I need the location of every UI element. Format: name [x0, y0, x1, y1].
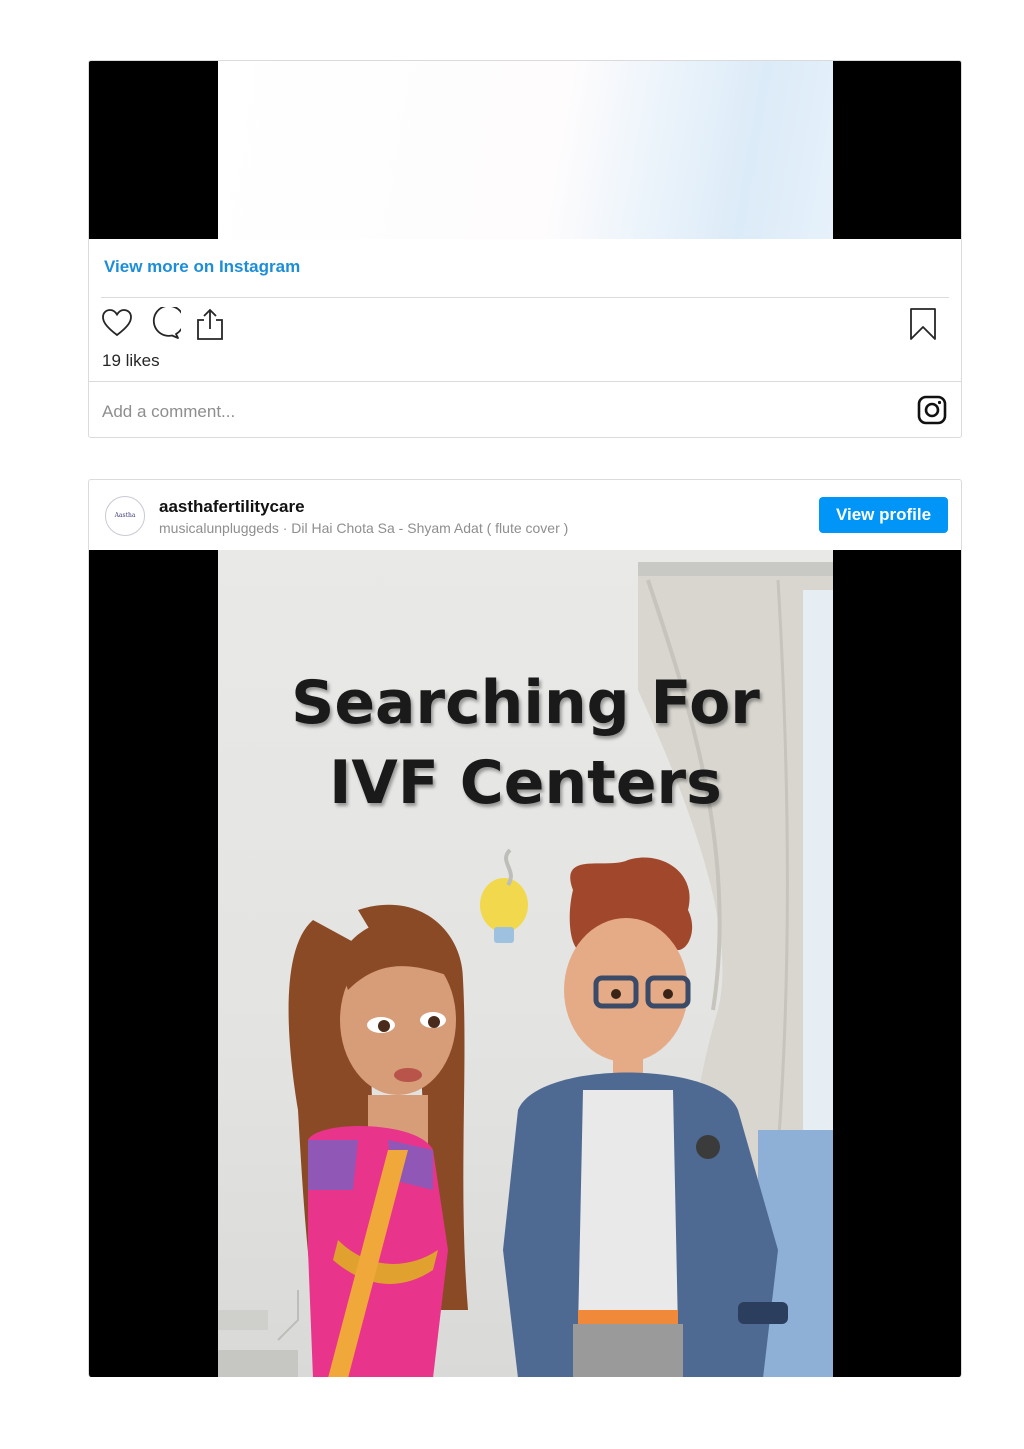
avatar[interactable]: Aastha: [105, 496, 145, 536]
bookmark-icon[interactable]: [909, 307, 937, 346]
comment-row[interactable]: Add a comment...: [89, 381, 961, 437]
instagram-embed-1: View more on Instagram 19 likes Add a co…: [88, 60, 962, 438]
heart-icon[interactable]: [101, 307, 133, 344]
comment-icon[interactable]: [147, 304, 185, 344]
post-media[interactable]: [89, 61, 961, 239]
post-header: Aastha aasthafertilitycare musicalunplug…: [89, 480, 961, 550]
action-bar: [101, 304, 951, 344]
share-icon[interactable]: [195, 307, 225, 346]
instagram-embed-2: Aastha aasthafertilitycare musicalunplug…: [88, 479, 962, 1377]
video-title-line-2: IVF Centers: [329, 748, 722, 818]
likes-count: 19 likes: [102, 351, 160, 370]
avatar-logo-text: Aastha: [114, 512, 136, 519]
post-image: [218, 61, 833, 239]
comment-input[interactable]: Add a comment...: [102, 402, 235, 422]
video-title-line-1: Searching For: [291, 668, 760, 738]
view-more-link[interactable]: View more on Instagram: [104, 257, 300, 277]
post-media[interactable]: Searching For IVF Centers: [89, 550, 961, 1377]
profile-username[interactable]: aasthafertilitycare: [159, 497, 305, 517]
view-profile-button[interactable]: View profile: [819, 497, 948, 533]
video-frame: Searching For IVF Centers: [218, 550, 833, 1377]
instagram-icon[interactable]: [917, 395, 947, 430]
audio-subline[interactable]: musicalunpluggeds · Dil Hai Chota Sa - S…: [159, 520, 568, 536]
divider: [101, 297, 949, 298]
